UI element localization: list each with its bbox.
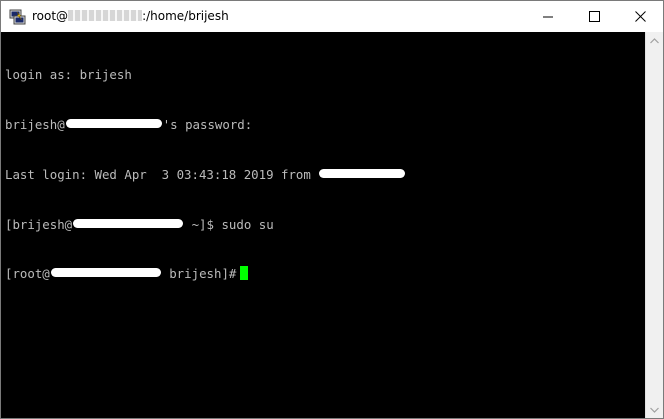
terminal-line: brijesh@ 's password: <box>5 117 406 134</box>
terminal-line: [brijesh@ ~]$ sudo su <box>5 217 406 234</box>
window-title-suffix: :/home/brijesh <box>142 9 229 23</box>
title-bar[interactable]: root@ :/home/brijesh <box>1 1 663 32</box>
login-prompt-text: login as: brijesh <box>5 67 132 83</box>
terminal-area[interactable]: login as: brijesh brijesh@ 's password: L… <box>1 32 645 418</box>
redacted-host <box>50 268 161 278</box>
putty-window: root@ :/home/brijesh login as: brijesh br… <box>0 0 664 419</box>
close-button[interactable] <box>617 1 663 32</box>
root-prompt-text: brijesh]# <box>161 266 237 282</box>
redacted-host <box>65 118 162 128</box>
maximize-icon <box>588 11 600 22</box>
redacted-host <box>73 218 184 228</box>
scroll-down-button[interactable] <box>646 401 663 418</box>
minimize-button[interactable] <box>525 1 571 32</box>
maximize-button[interactable] <box>571 1 617 32</box>
minimize-icon <box>542 16 553 18</box>
chevron-up-icon <box>650 37 659 43</box>
scroll-up-button[interactable] <box>646 32 663 49</box>
close-icon <box>634 11 646 22</box>
shell-prompt-root: [root@ <box>5 266 50 282</box>
last-login-text: Last login: Wed Apr 3 03:43:18 2019 from <box>5 166 311 182</box>
terminal-line: login as: brijesh <box>5 67 406 84</box>
redacted-host <box>68 10 143 21</box>
password-prompt-user: brijesh@ <box>5 116 65 132</box>
window-title-prefix: root@ <box>32 9 69 23</box>
shell-prompt-user: [brijesh@ <box>5 216 73 232</box>
password-prompt-suffix: 's password: <box>162 116 253 132</box>
sudo-command-text: ~]$ sudo su <box>184 216 274 232</box>
window-title: root@ :/home/brijesh <box>32 9 229 23</box>
terminal-line: Last login: Wed Apr 3 03:43:18 2019 from <box>5 167 406 184</box>
text-cursor <box>240 266 249 281</box>
putty-icon <box>9 9 26 25</box>
redacted-host <box>319 168 406 178</box>
terminal-line: [root@ brijesh]# <box>5 266 406 283</box>
vertical-scrollbar[interactable] <box>645 32 663 418</box>
terminal-output: login as: brijesh brijesh@ 's password: L… <box>5 34 406 316</box>
chevron-down-icon <box>650 407 659 413</box>
